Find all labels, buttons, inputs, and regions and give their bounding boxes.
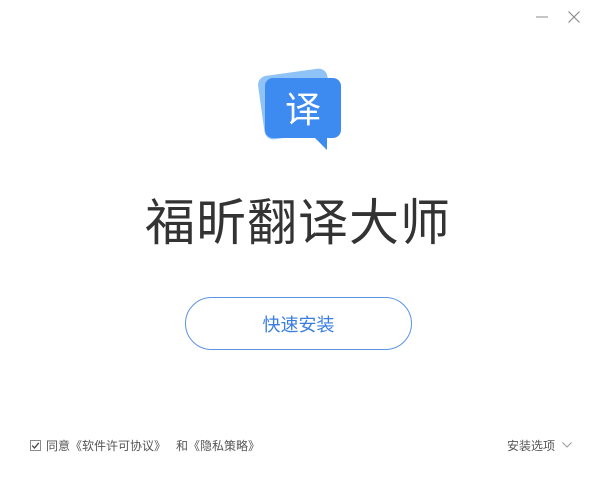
app-title: 福昕翻译大师 <box>145 194 451 252</box>
close-icon <box>568 11 580 23</box>
installer-window: 译 福昕翻译大师 快速安装 同意 《软件许可协议》 和 《隐私策略》 安装选项 <box>0 0 596 477</box>
checkmark-icon <box>31 441 40 449</box>
license-agreement-link[interactable]: 《软件许可协议》 <box>70 437 166 454</box>
agreement-prefix: 同意 <box>46 438 71 453</box>
logo-glyph: 译 <box>285 90 321 131</box>
privacy-policy-link[interactable]: 《隐私策略》 <box>188 437 260 454</box>
minimize-button[interactable] <box>531 6 553 28</box>
install-options-button[interactable]: 安装选项 <box>507 436 572 454</box>
agreement-row: 同意 《软件许可协议》 和 《隐私策略》 <box>30 436 260 454</box>
agreement-checkbox[interactable] <box>30 439 41 451</box>
agreement-conjunction: 和 <box>176 438 189 453</box>
quick-install-button[interactable]: 快速安装 <box>185 297 412 350</box>
install-options-label: 安装选项 <box>506 438 555 453</box>
app-logo-icon: 译 <box>258 68 341 150</box>
minimize-icon <box>536 16 548 18</box>
close-button[interactable] <box>563 6 585 28</box>
chevron-down-icon <box>562 442 572 448</box>
